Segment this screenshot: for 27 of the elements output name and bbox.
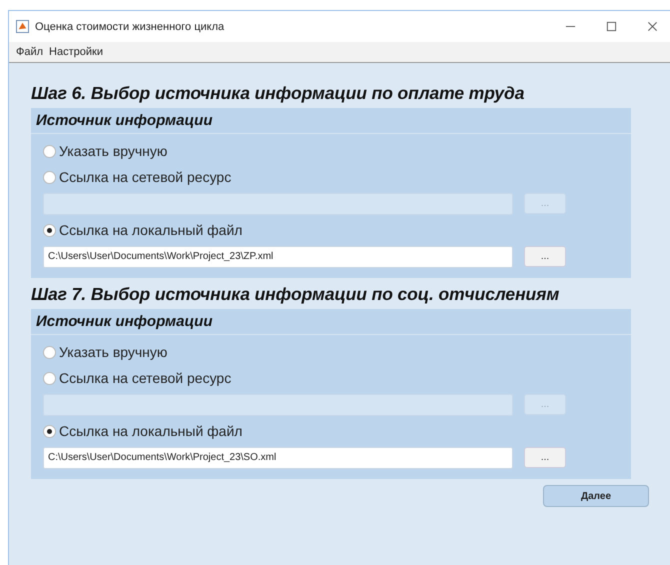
panel-title: Источник информации xyxy=(31,108,631,134)
step-title: Шаг 7. Выбор источника информации по соц. отчислениям xyxy=(31,284,560,305)
radio-button[interactable] xyxy=(43,346,56,358)
radio-label[interactable]: Ссылка на локальный файл xyxy=(59,423,242,439)
radio-label[interactable]: Ссылка на сетевой ресурс xyxy=(59,169,232,185)
step-title: Шаг 6. Выбор источника информации по оплате труда xyxy=(31,83,526,104)
browse-button[interactable]: ... xyxy=(524,447,566,468)
radio-label[interactable]: Указать вручную xyxy=(59,143,168,159)
app-icon xyxy=(16,20,29,33)
radio-button[interactable] xyxy=(43,144,56,158)
radio-button[interactable] xyxy=(43,372,56,384)
next-button[interactable]: Далее xyxy=(543,485,649,507)
panel-title: Источник информации xyxy=(31,309,631,335)
radio-label[interactable]: Ссылка на сетевой ресурс xyxy=(59,370,232,386)
radio-button[interactable] xyxy=(43,224,56,236)
browse-button[interactable]: ... xyxy=(524,246,566,267)
window-title: Оценка стоимости жизненного цикла xyxy=(35,20,226,32)
radio-button[interactable] xyxy=(43,170,56,184)
menu-item[interactable]: Файл xyxy=(16,46,44,58)
radio-button[interactable] xyxy=(43,424,56,438)
path-field[interactable]: C:\Users\User\Documents\Work\Project_23\SO.xml xyxy=(43,446,513,468)
radio-label[interactable]: Указать вручную xyxy=(59,344,168,360)
menu-item[interactable]: Настройки xyxy=(49,46,103,58)
radio-label[interactable]: Ссылка на локальный файл xyxy=(59,222,242,238)
close-icon[interactable] xyxy=(647,21,658,32)
path-field[interactable]: C:\Users\User\Documents\Work\Project_23\ZP.xml xyxy=(43,246,513,268)
maximize-icon[interactable] xyxy=(606,21,617,32)
